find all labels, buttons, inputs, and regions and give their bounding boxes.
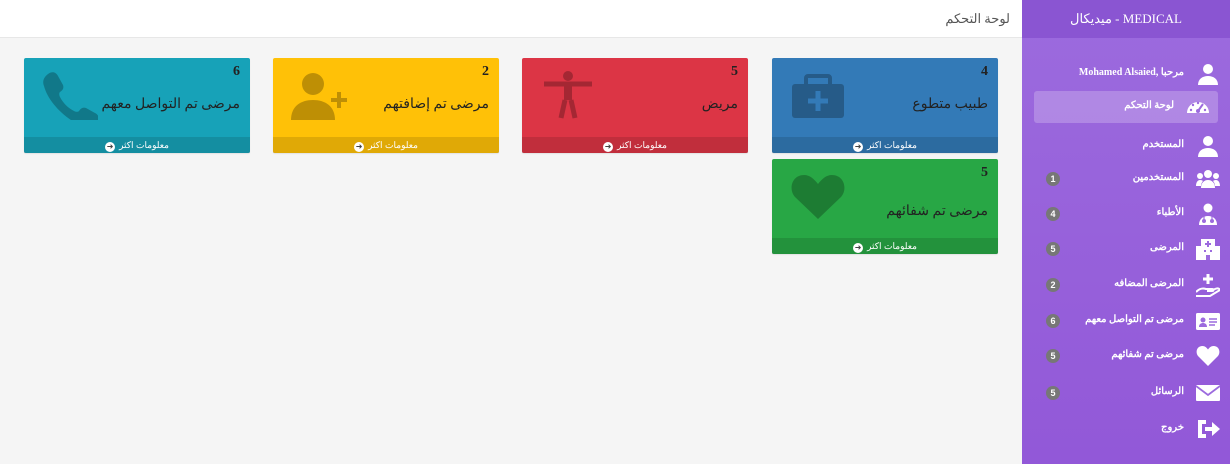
card-more-info-link[interactable]: معلومات اكثر➜ (273, 137, 499, 153)
sidebar-item-doctors[interactable]: الأطباء 4 (1022, 198, 1230, 230)
brand-title[interactable]: MEDICAL - ميديكال (1022, 0, 1230, 38)
arrow-circle-right-icon: ➜ (603, 142, 614, 152)
doctor-icon (1199, 203, 1217, 225)
sidebar-item-label: الأطباء (1156, 207, 1184, 218)
stat-card-patients: 5 مريض معلومات اكثر➜ (522, 58, 748, 153)
card-count: 5 (981, 165, 988, 180)
page-title: لوحة التحكم (945, 11, 1010, 26)
medkit-icon (792, 74, 844, 118)
sidebar-item-label: المستخدم (1142, 139, 1184, 150)
card-label: طبيب متطوع (912, 97, 988, 112)
person-icon (544, 71, 592, 119)
sidebar-item-label: المرضى المضافه (1114, 278, 1184, 289)
sidebar-item-label: مرضى تم شفائهم (1111, 349, 1184, 360)
card-count: 6 (233, 64, 240, 79)
envelope-icon (1196, 385, 1220, 401)
card-more-info-link[interactable]: معلومات اكثر➜ (772, 137, 998, 153)
arrow-circle-right-icon: ➜ (105, 142, 116, 152)
arrow-circle-right-icon: ➜ (853, 243, 864, 253)
count-badge: 5 (1046, 349, 1060, 363)
arrow-circle-right-icon: ➜ (354, 142, 365, 152)
sidebar-item-label: خروج (1161, 422, 1184, 433)
sidebar-item-label: الرسائل (1150, 386, 1184, 397)
sidebar-item-label: لوحة التحكم (1124, 100, 1174, 111)
card-more-info-link[interactable]: معلومات اكثر➜ (522, 137, 748, 153)
count-badge: 4 (1046, 207, 1060, 221)
sidebar-item-label: مرضى تم التواصل معهم (1085, 314, 1184, 325)
sidebar-item-label: مرحبا ,Mohamed Alsaied (1078, 67, 1184, 78)
count-badge: 5 (1046, 386, 1060, 400)
sidebar-item-logout[interactable]: خروج (1022, 413, 1230, 445)
card-label: مرضى تم التواصل معهم (101, 97, 240, 112)
sidebar-item-dashboard[interactable]: لوحة التحكم (1034, 91, 1218, 123)
sidebar: MEDICAL - ميديكال مرحبا ,Mohamed Alsaied… (1022, 0, 1230, 464)
arrow-circle-right-icon: ➜ (853, 142, 864, 152)
sidebar-item-users[interactable]: المستخدمين 1 (1022, 163, 1230, 195)
stat-card-added-patients: 2 مرضى تم إضافتهم معلومات اكثر➜ (273, 58, 499, 153)
sidebar-item-user[interactable]: المستخدم (1022, 130, 1230, 162)
heart-icon (1196, 346, 1220, 366)
count-badge: 2 (1046, 278, 1060, 292)
sidebar-item-patients[interactable]: المرضى 5 (1022, 233, 1230, 265)
sidebar-item-cured-patients[interactable]: مرضى تم شفائهم 5 (1022, 340, 1230, 372)
user-icon (1198, 64, 1218, 85)
card-label: مريض (701, 97, 738, 112)
sidebar-item-label: المستخدمين (1132, 172, 1184, 183)
card-footer-text: معلومات اكثر (867, 241, 917, 251)
hospital-icon (1196, 239, 1220, 260)
id-card-icon (1196, 313, 1220, 330)
card-count: 4 (981, 64, 988, 79)
sidebar-user-welcome[interactable]: مرحبا ,Mohamed Alsaied (1022, 58, 1230, 90)
phone-icon (43, 72, 98, 120)
card-more-info-link[interactable]: معلومات اكثر➜ (24, 137, 250, 153)
user-plus-icon (291, 73, 347, 120)
hand-plus-icon (1196, 274, 1220, 297)
count-badge: 5 (1046, 242, 1060, 256)
sidebar-item-added-patients[interactable]: المرضى المضافه 2 (1022, 269, 1230, 301)
card-footer-text: معلومات اكثر (119, 140, 169, 150)
top-header: لوحة التحكم (0, 0, 1022, 38)
count-badge: 1 (1046, 172, 1060, 186)
sidebar-item-contacted-patients[interactable]: مرضى تم التواصل معهم 6 (1022, 305, 1230, 337)
card-label: مرضى تم شفائهم (886, 204, 988, 219)
card-count: 2 (482, 64, 489, 79)
card-footer-text: معلومات اكثر (368, 140, 418, 150)
card-footer-text: معلومات اكثر (867, 140, 917, 150)
card-label: مرضى تم إضافتهم (383, 97, 489, 112)
sidebar-item-label: المرضى (1150, 242, 1184, 253)
dashboard-gauge-icon (1187, 101, 1209, 113)
stat-card-doctors: 4 طبيب متطوع معلومات اكثر➜ (772, 58, 998, 153)
card-footer-text: معلومات اكثر (617, 140, 667, 150)
card-more-info-link[interactable]: معلومات اكثر➜ (772, 238, 998, 254)
count-badge: 6 (1046, 314, 1060, 328)
card-count: 5 (731, 64, 738, 79)
heart-icon (791, 175, 845, 219)
stat-card-contacted-patients: 6 مرضى تم التواصل معهم معلومات اكثر➜ (24, 58, 250, 153)
stat-card-cured-patients: 5 مرضى تم شفائهم معلومات اكثر➜ (772, 159, 998, 254)
user-icon (1198, 136, 1218, 157)
sidebar-item-messages[interactable]: الرسائل 5 (1022, 377, 1230, 409)
sign-out-icon (1198, 420, 1220, 438)
users-group-icon (1196, 170, 1220, 188)
